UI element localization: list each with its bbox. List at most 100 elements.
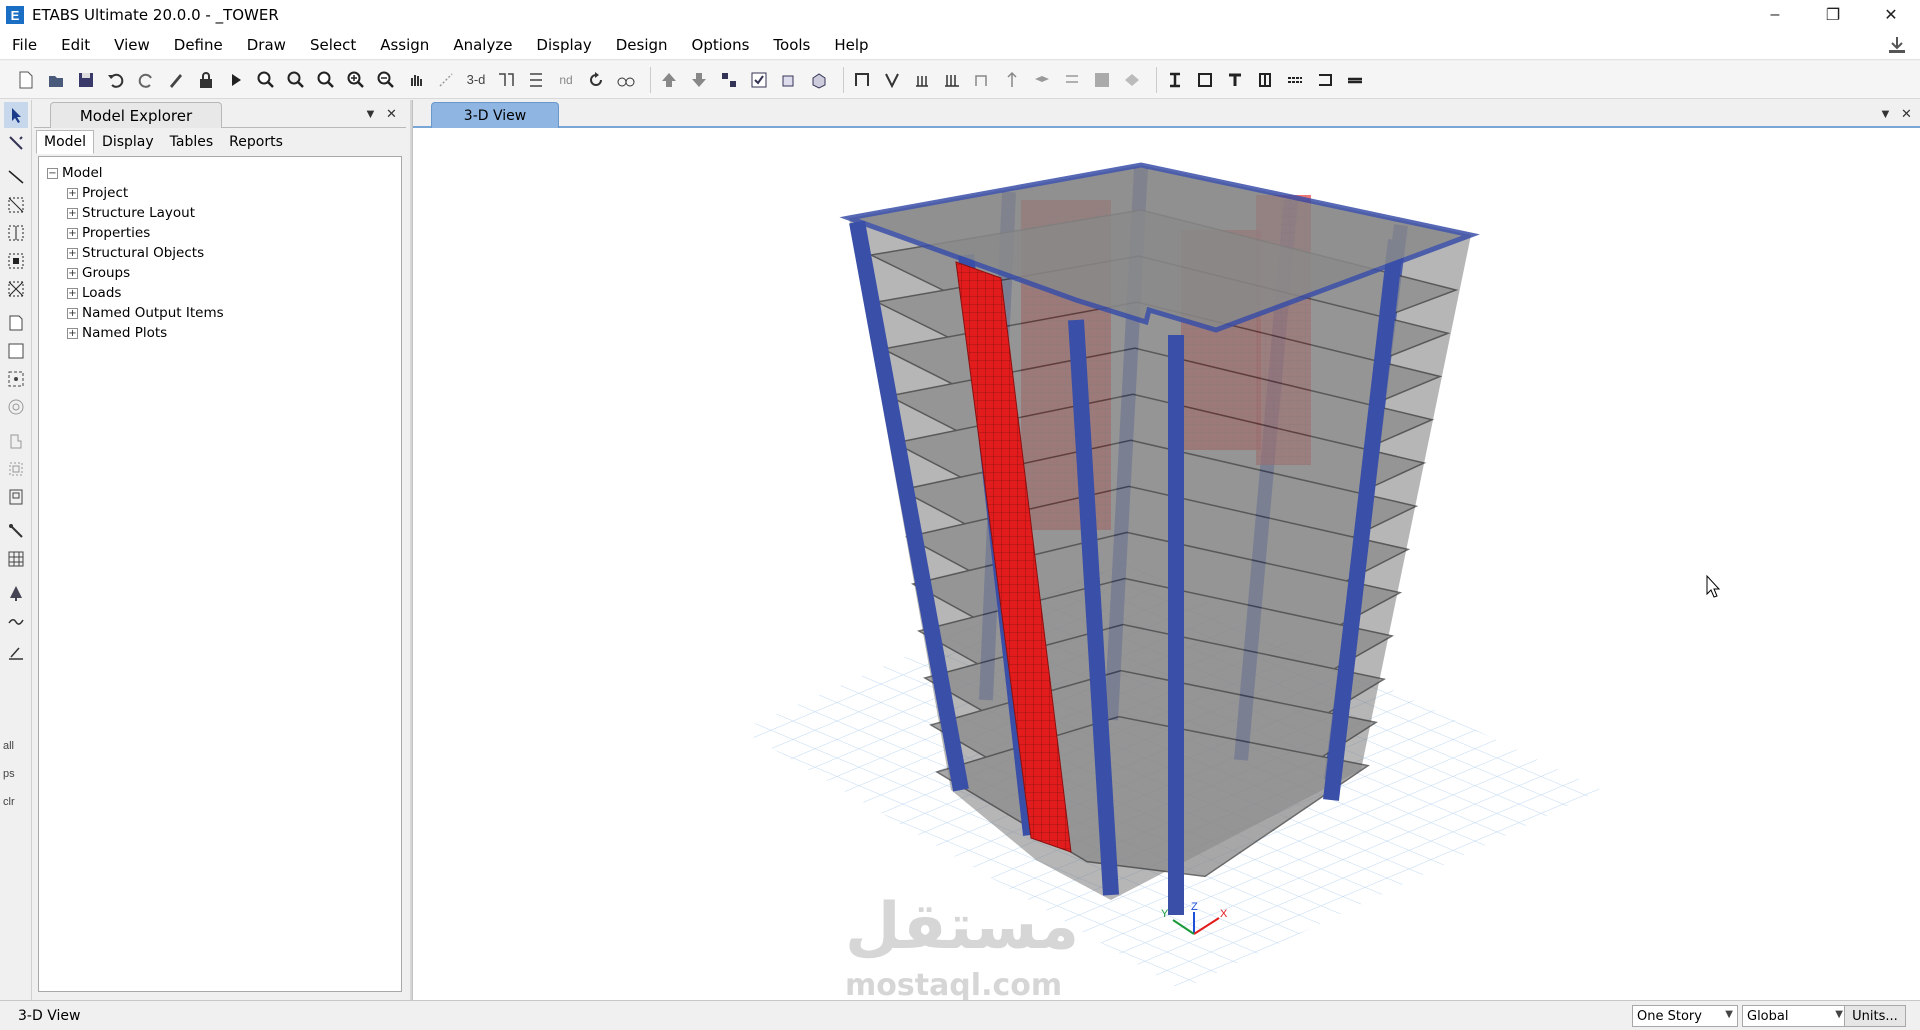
perspective-toggle-icon[interactable] <box>614 68 638 92</box>
close-window-button[interactable]: ✕ <box>1862 0 1920 30</box>
coordinate-system-select[interactable]: Global ▼ <box>1742 1005 1848 1027</box>
explorer-close-icon[interactable]: ✕ <box>386 106 397 122</box>
model-3d-canvas[interactable]: Z X Y <box>413 130 1920 1000</box>
expand-icon[interactable]: + <box>67 267 78 279</box>
tree-item-groups[interactable]: + Groups <box>39 263 401 283</box>
draw-wall-panel-icon[interactable] <box>4 428 28 454</box>
draw-dimension-icon[interactable] <box>1000 68 1024 92</box>
move-up-icon[interactable] <box>657 68 681 92</box>
draw-floor-icon[interactable] <box>970 68 994 92</box>
tab-3d-view[interactable]: 3-D View <box>431 102 559 128</box>
open-file-icon[interactable] <box>44 68 68 92</box>
draw-rect-area-icon[interactable] <box>4 310 28 336</box>
draw-wall-icon[interactable] <box>940 68 964 92</box>
save-icon[interactable] <box>74 68 98 92</box>
draw-section-cut-icon[interactable] <box>4 580 28 606</box>
zoom-restore-icon[interactable] <box>284 68 308 92</box>
draw-curve-icon[interactable] <box>4 608 28 634</box>
elevation-view-icon[interactable] <box>524 68 548 92</box>
clear-selection-label[interactable]: clr <box>3 796 15 808</box>
section-channel-icon[interactable] <box>1253 68 1277 92</box>
section-double-icon[interactable] <box>1313 68 1337 92</box>
tree-item-structure-layout[interactable]: + Structure Layout <box>39 203 401 223</box>
draw-link-icon[interactable] <box>4 518 28 544</box>
tree-item-loads[interactable]: + Loads <box>39 283 401 303</box>
run-analysis-icon[interactable] <box>224 68 248 92</box>
section-i-icon[interactable] <box>1163 68 1187 92</box>
section-plate-icon[interactable] <box>1343 68 1367 92</box>
lock-icon[interactable] <box>194 68 218 92</box>
draw-column-icon[interactable] <box>910 68 934 92</box>
restore-button[interactable]: ❐ <box>1804 0 1862 30</box>
draw-line-icon[interactable] <box>4 164 28 190</box>
menu-select[interactable]: Select <box>298 36 368 54</box>
zoom-full-icon[interactable] <box>314 68 338 92</box>
tree-item-properties[interactable]: + Properties <box>39 223 401 243</box>
move-down-icon[interactable] <box>687 68 711 92</box>
expand-icon[interactable]: + <box>67 227 78 239</box>
draw-area-icon[interactable] <box>1090 68 1114 92</box>
section-box-icon[interactable] <box>1193 68 1217 92</box>
menu-tools[interactable]: Tools <box>761 36 822 54</box>
draw-wall-stack-icon[interactable] <box>4 456 28 482</box>
explorer-dropdown-icon[interactable]: ▼ <box>364 106 377 121</box>
select-window-icon[interactable] <box>4 192 28 218</box>
tab-reports[interactable]: Reports <box>221 130 291 154</box>
zoom-in-icon[interactable] <box>344 68 368 92</box>
expand-icon[interactable]: + <box>67 327 78 339</box>
select-frame-icon[interactable] <box>4 248 28 274</box>
pointer-select-icon[interactable] <box>4 102 28 128</box>
tree-item-named-plots[interactable]: + Named Plots <box>39 323 401 343</box>
draw-point-area-icon[interactable] <box>4 366 28 392</box>
pan-icon[interactable] <box>404 68 428 92</box>
undo-icon[interactable] <box>104 68 128 92</box>
expand-icon[interactable]: + <box>67 307 78 319</box>
section-tee-icon[interactable] <box>1223 68 1247 92</box>
tree-item-named-output-items[interactable]: + Named Output Items <box>39 303 401 323</box>
zoom-window-icon[interactable] <box>254 68 278 92</box>
edit-pencil-icon[interactable] <box>164 68 188 92</box>
plan-view-icon[interactable] <box>494 68 518 92</box>
view-dropdown-icon[interactable]: ▼ <box>1879 106 1892 121</box>
menu-define[interactable]: Define <box>162 36 235 54</box>
tree-root[interactable]: − Model <box>39 163 401 183</box>
section-angle-icon[interactable] <box>1283 68 1307 92</box>
draw-beam-icon[interactable] <box>850 68 874 92</box>
model-explorer-tab[interactable]: Model Explorer <box>50 102 222 128</box>
draw-opening-icon[interactable] <box>1120 68 1144 92</box>
collapse-icon[interactable]: − <box>47 167 58 179</box>
tab-model[interactable]: Model <box>36 130 95 154</box>
assign-check-icon[interactable] <box>747 68 771 92</box>
rotate-3d-icon[interactable] <box>584 68 608 92</box>
view-3d-icon[interactable]: 3-d <box>464 68 488 92</box>
select-intersect-icon[interactable] <box>4 220 28 246</box>
nd-view-icon[interactable]: nd <box>554 68 578 92</box>
menu-design[interactable]: Design <box>604 36 680 54</box>
redo-icon[interactable] <box>134 68 158 92</box>
menu-file[interactable]: File <box>0 36 49 54</box>
minimize-button[interactable]: – <box>1746 0 1804 30</box>
tab-display[interactable]: Display <box>94 130 162 154</box>
tab-tables[interactable]: Tables <box>162 130 222 154</box>
rubber-band-zoom-icon[interactable] <box>434 68 458 92</box>
menu-draw[interactable]: Draw <box>235 36 298 54</box>
draw-opening-tool-icon[interactable] <box>4 484 28 510</box>
draw-circle-icon[interactable] <box>4 394 28 420</box>
menu-edit[interactable]: Edit <box>49 36 102 54</box>
tree-item-structural-objects[interactable]: + Structural Objects <box>39 243 401 263</box>
draw-slab-icon[interactable] <box>1030 68 1054 92</box>
select-all-label[interactable]: all <box>3 740 14 752</box>
zoom-out-icon[interactable] <box>374 68 398 92</box>
units-button[interactable]: Units... <box>1844 1005 1906 1027</box>
previous-selection-label[interactable]: ps <box>3 768 15 780</box>
expand-icon[interactable]: + <box>67 207 78 219</box>
expand-icon[interactable]: + <box>67 187 78 199</box>
draw-dimension-line-icon[interactable] <box>4 640 28 666</box>
object-shrink-icon[interactable] <box>807 68 831 92</box>
expand-icon[interactable]: + <box>67 247 78 259</box>
menu-help[interactable]: Help <box>822 36 880 54</box>
menu-view[interactable]: View <box>102 36 162 54</box>
menu-analyze[interactable]: Analyze <box>441 36 524 54</box>
view-close-icon[interactable]: ✕ <box>1901 106 1912 122</box>
new-model-icon[interactable] <box>14 68 38 92</box>
